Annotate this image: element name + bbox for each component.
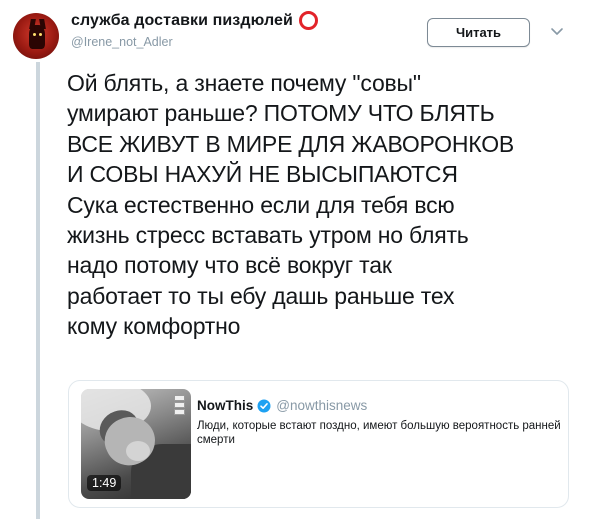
author-handle[interactable]: @Irene_not_Adler: [71, 35, 173, 49]
red-ring-icon: [298, 11, 318, 30]
video-duration: 1:49: [87, 475, 122, 491]
tweet-text: Ой блять, а знаете почему "совы" умирают…: [67, 70, 515, 340]
quoted-author-handle[interactable]: @nowthisnews: [276, 398, 367, 413]
follow-button[interactable]: Читать: [427, 18, 530, 47]
author-display-name[interactable]: служба доставки пиздюлей: [71, 12, 293, 30]
quoted-author-row: NowThis @nowthisnews: [197, 398, 367, 413]
chevron-down-icon[interactable]: [549, 24, 565, 38]
channel-logo-icon: [174, 395, 185, 415]
quoted-author-name[interactable]: NowThis: [197, 398, 253, 413]
quoted-tweet-card[interactable]: 1:49 NowThis @nowthisnews Люди, которые …: [68, 380, 569, 508]
author-name-row: служба доставки пиздюлей: [71, 11, 318, 30]
avatar[interactable]: [13, 13, 59, 59]
thread-line: [36, 62, 40, 519]
verified-badge-icon: [257, 399, 271, 412]
quoted-tweet-text: Люди, которые встают поздно, имеют больш…: [197, 420, 561, 446]
video-thumbnail[interactable]: 1:49: [81, 389, 191, 499]
